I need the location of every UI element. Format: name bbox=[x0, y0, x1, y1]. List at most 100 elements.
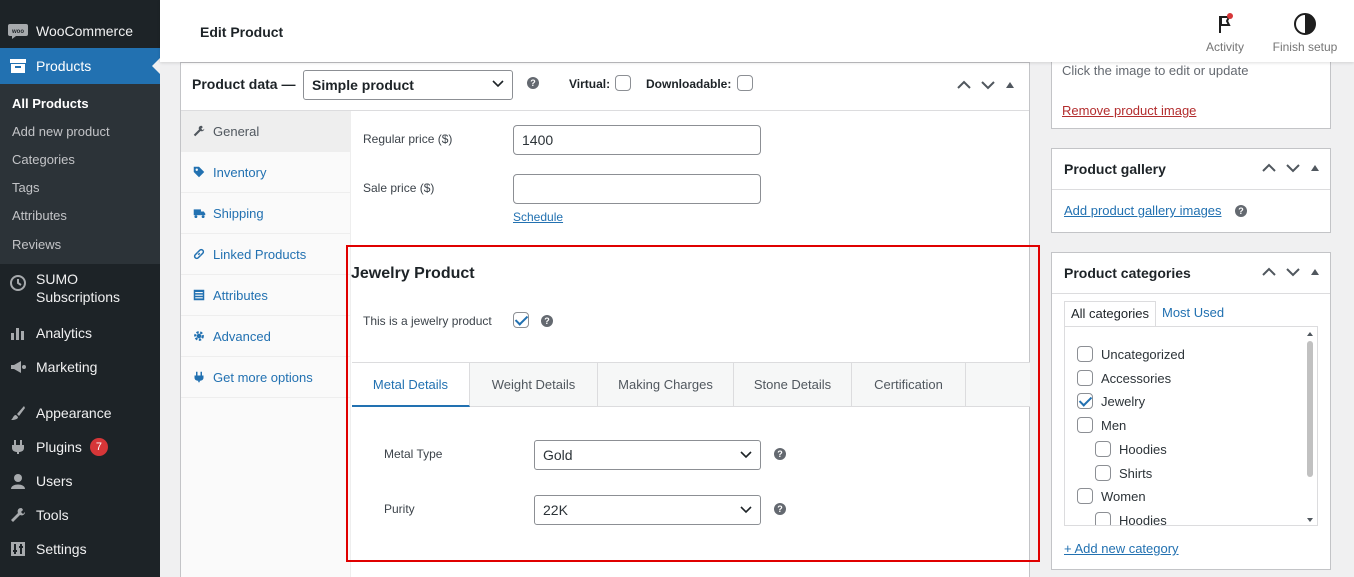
category-item-accessories[interactable]: Accessories bbox=[1077, 370, 1171, 386]
category-checkbox[interactable] bbox=[1095, 512, 1111, 525]
menu-plugins-label: Plugins bbox=[36, 439, 82, 455]
category-checkbox[interactable] bbox=[1077, 346, 1093, 362]
tab-certification[interactable]: Certification bbox=[852, 363, 966, 406]
tab-inventory[interactable]: Inventory bbox=[181, 152, 351, 193]
collapse-triangle-icon[interactable] bbox=[1005, 81, 1015, 89]
category-checklist: Uncategorized Accessories Jewelry Men Ho… bbox=[1064, 326, 1318, 526]
category-item-men[interactable]: Men bbox=[1077, 417, 1126, 433]
regular-price-input[interactable]: 1400 bbox=[513, 125, 761, 155]
gear-icon bbox=[193, 330, 213, 342]
finish-setup-button[interactable]: Finish setup bbox=[1270, 12, 1340, 54]
sale-price-input[interactable] bbox=[513, 174, 761, 204]
submenu-reviews[interactable]: Reviews bbox=[12, 237, 61, 252]
tab-attributes[interactable]: Attributes bbox=[181, 275, 351, 316]
tab-making-charges[interactable]: Making Charges bbox=[598, 363, 734, 406]
menu-tools[interactable]: Tools bbox=[0, 500, 160, 530]
submenu-attributes[interactable]: Attributes bbox=[12, 208, 67, 223]
product-categories-box: Product categories All categories Most U… bbox=[1051, 252, 1331, 570]
help-icon[interactable]: ? bbox=[1235, 205, 1247, 217]
category-label: Men bbox=[1101, 417, 1127, 433]
purity-select[interactable]: 22K bbox=[534, 495, 761, 525]
metal-type-label: Metal Type bbox=[384, 447, 443, 461]
submenu-add-new-product[interactable]: Add new product bbox=[12, 124, 110, 139]
tab-general[interactable]: General bbox=[181, 111, 351, 152]
truck-icon bbox=[193, 207, 213, 219]
list-icon bbox=[193, 289, 213, 301]
menu-analytics[interactable]: Analytics bbox=[0, 318, 160, 348]
chevron-up-icon[interactable] bbox=[957, 80, 971, 90]
submenu-all-products[interactable]: All Products bbox=[12, 96, 89, 111]
add-gallery-images-link[interactable]: Add product gallery images bbox=[1064, 203, 1222, 218]
category-item-women-hoodies[interactable]: Hoodies bbox=[1095, 512, 1167, 525]
products-submenu: All Products Add new product Categories … bbox=[0, 84, 160, 264]
category-checkbox[interactable] bbox=[1077, 370, 1093, 386]
category-checkbox[interactable] bbox=[1095, 441, 1111, 457]
plugin-icon bbox=[193, 371, 213, 383]
remove-product-image-link[interactable]: Remove product image bbox=[1062, 103, 1196, 118]
tab-linked-products[interactable]: Linked Products bbox=[181, 234, 351, 275]
chevron-up-icon[interactable] bbox=[1262, 267, 1276, 277]
tab-advanced[interactable]: Advanced bbox=[181, 316, 351, 357]
tab-linked-products-label: Linked Products bbox=[213, 246, 307, 262]
menu-users[interactable]: Users bbox=[0, 466, 160, 496]
submenu-categories[interactable]: Categories bbox=[12, 152, 75, 167]
menu-marketing[interactable]: Marketing bbox=[0, 352, 160, 382]
tab-shipping[interactable]: Shipping bbox=[181, 193, 351, 234]
help-icon[interactable]: ? bbox=[541, 315, 553, 327]
category-checkbox[interactable] bbox=[1077, 417, 1093, 433]
collapse-triangle-icon[interactable] bbox=[1310, 268, 1320, 276]
product-categories-box-controls bbox=[1262, 267, 1320, 277]
divider bbox=[1052, 189, 1330, 190]
category-scrollbar[interactable] bbox=[1305, 329, 1315, 525]
category-item-uncategorized[interactable]: Uncategorized bbox=[1077, 346, 1185, 362]
category-item-men-hoodies[interactable]: Hoodies bbox=[1095, 441, 1167, 457]
category-label: Jewelry bbox=[1101, 393, 1146, 409]
svg-text:woo: woo bbox=[11, 29, 24, 35]
paintbrush-icon bbox=[0, 405, 36, 421]
menu-plugins[interactable]: Plugins 7 bbox=[0, 432, 160, 462]
chevron-down-icon[interactable] bbox=[1286, 163, 1300, 173]
tab-stone-details[interactable]: Stone Details bbox=[734, 363, 852, 406]
wrench-icon bbox=[193, 125, 213, 137]
menu-woocommerce[interactable]: woo WooCommerce bbox=[0, 14, 160, 48]
chevron-up-icon[interactable] bbox=[1262, 163, 1276, 173]
jewelry-product-checkbox[interactable] bbox=[513, 312, 529, 328]
activity-button[interactable]: Activity bbox=[1205, 12, 1245, 54]
contrast-icon bbox=[1294, 13, 1316, 35]
menu-appearance[interactable]: Appearance bbox=[0, 398, 160, 428]
tab-metal-details[interactable]: Metal Details bbox=[352, 363, 470, 407]
tab-attributes-label: Attributes bbox=[213, 287, 268, 303]
menu-users-label: Users bbox=[36, 473, 73, 489]
category-checkbox[interactable] bbox=[1095, 465, 1111, 481]
category-item-jewelry[interactable]: Jewelry bbox=[1077, 393, 1145, 409]
category-checkbox[interactable] bbox=[1077, 393, 1093, 409]
category-checkbox[interactable] bbox=[1077, 488, 1093, 504]
tab-weight-details[interactable]: Weight Details bbox=[470, 363, 598, 406]
collapse-triangle-icon[interactable] bbox=[1310, 164, 1320, 172]
tab-inventory-label: Inventory bbox=[213, 164, 267, 180]
menu-products[interactable]: Products bbox=[0, 48, 160, 84]
help-icon[interactable]: ? bbox=[527, 77, 539, 89]
downloadable-checkbox[interactable] bbox=[736, 75, 753, 92]
submenu-tags[interactable]: Tags bbox=[12, 180, 39, 195]
menu-settings[interactable]: Settings bbox=[0, 534, 160, 564]
product-type-select[interactable]: Simple product bbox=[303, 70, 513, 100]
product-categories-title: Product categories bbox=[1064, 265, 1191, 281]
chevron-down-icon[interactable] bbox=[981, 80, 995, 90]
tab-all-categories[interactable]: All categories bbox=[1064, 301, 1157, 327]
schedule-link[interactable]: Schedule bbox=[513, 210, 563, 224]
menu-sumo-subscriptions[interactable]: SUMO Subscriptions bbox=[0, 270, 160, 310]
chevron-down-icon[interactable] bbox=[1286, 267, 1300, 277]
product-data-tabs: General Inventory Shipping Linked Produc… bbox=[181, 111, 351, 577]
metal-type-select[interactable]: Gold bbox=[534, 440, 761, 470]
tab-most-used[interactable]: Most Used bbox=[1156, 301, 1230, 327]
tab-get-more-options[interactable]: Get more options bbox=[181, 357, 351, 398]
help-icon[interactable]: ? bbox=[774, 503, 786, 515]
virtual-checkbox[interactable] bbox=[615, 75, 632, 92]
admin-sidebar: woo WooCommerce Products All Products Ad… bbox=[0, 0, 160, 577]
category-item-women[interactable]: Women bbox=[1077, 488, 1146, 504]
add-new-category-link[interactable]: + Add new category bbox=[1064, 541, 1179, 556]
category-item-men-shirts[interactable]: Shirts bbox=[1095, 465, 1152, 481]
help-icon[interactable]: ? bbox=[774, 448, 786, 460]
category-label: Women bbox=[1101, 488, 1146, 504]
